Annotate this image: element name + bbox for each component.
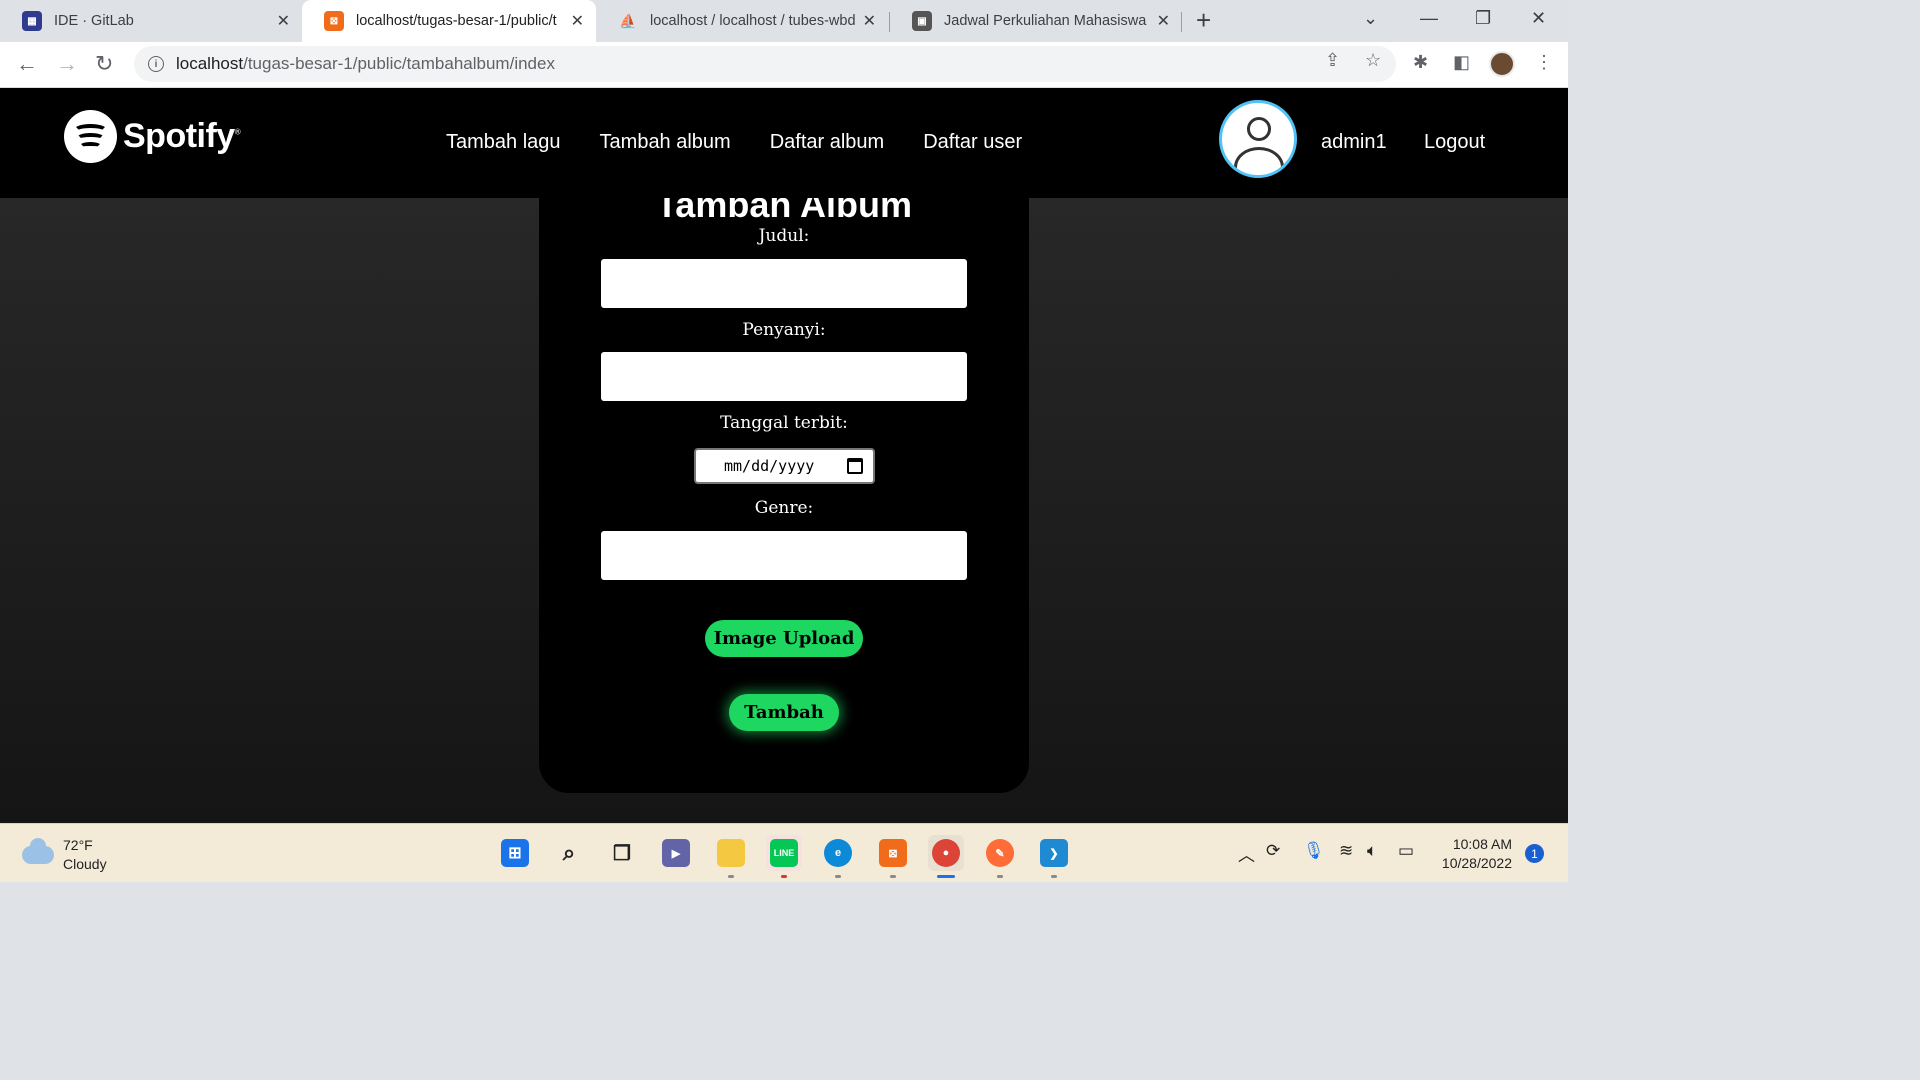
add-album-card: Tambah Album Judul: Penyanyi: Tanggal te… <box>539 128 1029 793</box>
xampp-icon[interactable]: ⊠ <box>875 835 911 878</box>
clock-time: 10:08 AM <box>1452 836 1512 852</box>
tab-phpmyadmin[interactable]: ⛵ localhost / localhost / tubes-wbd ✕ <box>596 0 888 42</box>
postman-icon[interactable]: ✎ <box>982 835 1018 878</box>
spotify-logo[interactable]: Spotify® <box>64 110 241 163</box>
judul-input[interactable] <box>601 259 967 308</box>
weather-condition: Cloudy <box>63 856 107 872</box>
restore-icon[interactable]: ❐ <box>1475 8 1491 29</box>
browser-toolbar: ← → ↻ i localhost/tugas-besar-1/public/t… <box>0 42 1568 88</box>
edge-browser-icon[interactable]: e <box>820 835 856 878</box>
weather-widget[interactable]: 72°F Cloudy <box>22 836 107 874</box>
address-bar[interactable]: i localhost/tugas-besar-1/public/tambaha… <box>134 46 1396 82</box>
vscode-icon[interactable]: ❯ <box>1036 835 1072 878</box>
url-text: localhost/tugas-besar-1/public/tambahalb… <box>176 54 555 74</box>
microphone-icon[interactable]: 🎙︎ <box>1303 841 1325 861</box>
tab-title: Jadwal Perkuliahan Mahasiswa | S <box>944 13 1149 29</box>
image-upload-button[interactable]: Image Upload <box>705 620 863 657</box>
forward-icon[interactable]: → <box>56 50 78 78</box>
nav-tambah-lagu[interactable]: Tambah lagu <box>446 131 561 154</box>
nav-daftar-user[interactable]: Daftar user <box>923 131 1022 154</box>
xampp-icon: ⊠ <box>324 11 344 31</box>
logout-link[interactable]: Logout <box>1424 131 1485 154</box>
user-avatar-icon[interactable] <box>1219 100 1297 178</box>
browser-tab-bar: ▦ IDE · GitLab ✕ ⊠ localhost/tugas-besar… <box>0 0 1568 42</box>
weather-text: 72°F Cloudy <box>63 836 107 874</box>
close-icon[interactable]: ✕ <box>571 11 584 31</box>
tab-gitlab[interactable]: ▦ IDE · GitLab ✕ <box>0 0 302 42</box>
file-explorer-icon[interactable] <box>713 835 749 878</box>
close-icon[interactable]: ✕ <box>1157 11 1170 31</box>
chevron-up-icon[interactable]: ︿ <box>1238 841 1255 866</box>
genre-input[interactable] <box>601 531 967 580</box>
side-panel-icon[interactable]: ◧ <box>1453 52 1470 73</box>
tab-title: localhost/tugas-besar-1/public/t <box>356 13 557 29</box>
tab-search-icon[interactable]: ⌄ <box>1363 8 1378 29</box>
task-view-icon[interactable]: ❐ <box>604 835 640 871</box>
nav-daftar-album[interactable]: Daftar album <box>770 131 885 154</box>
page-viewport: Spotify® Tambah lagu Tambah album Daftar… <box>0 88 1568 823</box>
extensions-icon[interactable]: ✱ <box>1413 52 1428 73</box>
share-icon[interactable]: ⇪ <box>1325 50 1340 71</box>
site-header: Spotify® Tambah lagu Tambah album Daftar… <box>0 88 1568 198</box>
cloud-icon <box>22 838 54 864</box>
close-icon[interactable]: ✕ <box>277 11 290 31</box>
date-placeholder: mm/dd/yyyy <box>724 457 815 475</box>
tanggal-terbit-label: Tanggal terbit: <box>720 413 848 433</box>
menu-kebab-icon[interactable]: ⋮ <box>1535 52 1553 73</box>
notification-badge[interactable]: 1 <box>1525 844 1544 863</box>
main-nav: Tambah lagu Tambah album Daftar album Da… <box>446 131 1061 154</box>
username[interactable]: admin1 <box>1321 131 1387 154</box>
volume-icon[interactable]: 🔈︎ <box>1367 841 1377 861</box>
window-close-icon[interactable]: ✕ <box>1531 8 1546 29</box>
gitlab-ide-icon: ▦ <box>22 11 42 31</box>
logo-text: Spotify® <box>123 117 241 155</box>
url-host: localhost <box>176 54 244 73</box>
penyanyi-input[interactable] <box>601 352 967 401</box>
tab-title: IDE · GitLab <box>54 13 134 29</box>
teams-chat-icon[interactable]: ▶ <box>658 835 694 871</box>
minimize-icon[interactable]: — <box>1420 8 1438 29</box>
line-app-icon[interactable]: LINE <box>766 835 802 878</box>
chrome-icon[interactable]: ● <box>928 835 964 878</box>
temperature: 72°F <box>63 837 93 853</box>
genre-label: Genre: <box>754 498 814 518</box>
tab-jadwal[interactable]: ▣ Jadwal Perkuliahan Mahasiswa | S ✕ <box>890 0 1182 42</box>
campus-icon: ▣ <box>912 11 932 31</box>
battery-icon[interactable]: ▭ <box>1398 841 1414 861</box>
wifi-icon[interactable]: ≋ <box>1339 841 1353 861</box>
new-tab-icon[interactable]: + <box>1196 6 1211 34</box>
penyanyi-label: Penyanyi: <box>742 320 826 340</box>
system-clock[interactable]: 10:08 AM 10/28/2022 <box>1434 835 1512 873</box>
close-icon[interactable]: ✕ <box>863 11 876 31</box>
site-info-icon[interactable]: i <box>148 56 164 72</box>
windows-taskbar: 72°F Cloudy ⊞ ⌕ ❐ ▶ LINE e ⊠ ● ✎ ❯ ︿ ⟳ 🎙… <box>0 823 1568 882</box>
tab-divider <box>1181 12 1182 32</box>
judul-label: Judul: <box>758 226 810 246</box>
url-path: /tugas-besar-1/public/tambahalbum/index <box>243 54 555 73</box>
sync-icon[interactable]: ⟳ <box>1266 841 1280 861</box>
tab-active-localhost[interactable]: ⊠ localhost/tugas-besar-1/public/t ✕ <box>302 0 596 42</box>
spotify-icon <box>64 110 117 163</box>
phpmyadmin-icon: ⛵ <box>619 12 637 29</box>
reload-icon[interactable]: ↻ <box>95 50 113 78</box>
start-windows-icon[interactable]: ⊞ <box>497 835 533 871</box>
calendar-icon[interactable] <box>847 458 863 474</box>
tab-title: localhost / localhost / tubes-wbd <box>650 13 855 29</box>
tambah-submit-button[interactable]: Tambah <box>729 694 839 731</box>
search-icon[interactable]: ⌕ <box>551 835 587 871</box>
bookmark-star-icon[interactable]: ☆ <box>1365 50 1381 71</box>
tanggal-terbit-date-input[interactable]: mm/dd/yyyy <box>694 448 875 484</box>
back-icon[interactable]: ← <box>16 50 38 78</box>
profile-avatar[interactable] <box>1489 51 1515 77</box>
clock-date: 10/28/2022 <box>1441 855 1512 871</box>
nav-tambah-album[interactable]: Tambah album <box>600 131 731 154</box>
